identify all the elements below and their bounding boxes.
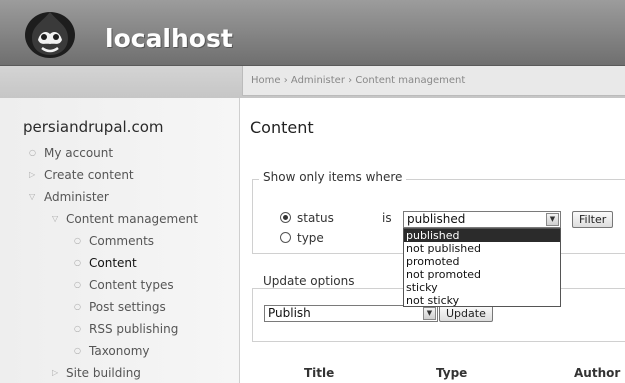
collapsed-arrow-icon: ▷ [29, 170, 36, 179]
sidebar-item-administer[interactable]: ▽ Administer [0, 186, 240, 208]
leaf-bullet-icon: ○ [74, 280, 81, 289]
dropdown-option[interactable]: not promoted [404, 268, 560, 281]
sidebar-item-content-types[interactable]: ○ Content types [0, 274, 240, 296]
update-select-value: Publish [268, 306, 311, 320]
dropdown-option[interactable]: published [404, 229, 560, 242]
status-radio-label: status [297, 211, 334, 225]
sidebar-item-label: Post settings [89, 300, 166, 314]
dropdown-option[interactable]: not sticky [404, 294, 560, 307]
site-name[interactable]: localhost [105, 24, 233, 53]
collapsed-arrow-icon: ▷ [52, 368, 59, 377]
update-action-select[interactable]: Publish ▼ [264, 305, 438, 322]
main-content: Content Show only items where status typ… [242, 98, 625, 383]
radio-unchecked-icon[interactable] [280, 232, 291, 243]
sidebar-item-create-content[interactable]: ▷ Create content [0, 164, 240, 186]
status-select[interactable]: published ▼ [403, 211, 561, 228]
column-header-author[interactable]: Author [574, 366, 620, 380]
dropdown-option[interactable]: sticky [404, 281, 560, 294]
leaf-bullet-icon: ○ [74, 302, 81, 311]
sidebar-item-site-building[interactable]: ▷ Site building [0, 362, 240, 383]
type-radio-label: type [297, 231, 324, 245]
chevron-down-icon[interactable]: ▼ [546, 213, 559, 226]
sidebar-item-label: Content [89, 256, 137, 270]
column-header-title[interactable]: Title [304, 366, 334, 380]
leaf-bullet-icon: ○ [74, 236, 81, 245]
type-radio[interactable]: type [280, 230, 324, 246]
filter-button[interactable]: Filter [572, 211, 614, 228]
site-header: localhost [0, 0, 625, 66]
status-dropdown-list: published not published promoted not pro… [403, 228, 561, 307]
sidebar: persiandrupal.com ○ My account ▷ Create … [0, 98, 240, 383]
leaf-bullet-icon: ○ [74, 346, 81, 355]
drupal-drop-logo-icon[interactable] [22, 8, 78, 60]
leaf-bullet-icon: ○ [29, 148, 36, 157]
breadcrumb-content-management[interactable]: Content management [355, 75, 465, 86]
expanded-arrow-icon: ▽ [29, 192, 36, 201]
is-label: is [382, 211, 392, 225]
breadcrumb: Home › Administer › Content management [242, 66, 625, 96]
breadcrumb-home[interactable]: Home [251, 75, 281, 86]
breadcrumb-separator: › [283, 75, 288, 86]
sidebar-item-label: RSS publishing [89, 322, 179, 336]
status-radio[interactable]: status [280, 210, 334, 226]
dropdown-option[interactable]: not published [404, 242, 560, 255]
sidebar-item-label: Site building [66, 366, 141, 380]
status-select-value: published [407, 212, 466, 226]
sidebar-item-label: Create content [44, 168, 134, 182]
radio-checked-icon[interactable] [280, 212, 291, 223]
expanded-arrow-icon: ▽ [52, 214, 59, 223]
update-button[interactable]: Update [439, 305, 493, 322]
update-legend: Update options [259, 274, 359, 288]
sidebar-item-taxonomy[interactable]: ○ Taxonomy [0, 340, 240, 362]
sidebar-item-comments[interactable]: ○ Comments [0, 230, 240, 252]
sidebar-item-my-account[interactable]: ○ My account [0, 142, 240, 164]
sidebar-item-label: My account [44, 146, 114, 160]
sidebar-title: persiandrupal.com [23, 118, 164, 136]
sidebar-item-label: Content types [89, 278, 174, 292]
breadcrumb-administer[interactable]: Administer [291, 75, 345, 86]
breadcrumb-separator: › [348, 75, 353, 86]
sidebar-item-label: Taxonomy [89, 344, 150, 358]
sidebar-nav: ○ My account ▷ Create content ▽ Administ… [0, 142, 240, 383]
sidebar-item-label: Comments [89, 234, 155, 248]
chevron-down-icon[interactable]: ▼ [423, 307, 436, 320]
leaf-bullet-icon: ○ [74, 324, 81, 333]
sidebar-item-label: Content management [66, 212, 198, 226]
filter-legend: Show only items where [259, 170, 407, 184]
sidebar-item-label: Administer [44, 190, 109, 204]
sidebar-item-post-settings[interactable]: ○ Post settings [0, 296, 240, 318]
column-header-type[interactable]: Type [436, 366, 467, 380]
sidebar-item-content-management[interactable]: ▽ Content management [0, 208, 240, 230]
sidebar-item-rss-publishing[interactable]: ○ RSS publishing [0, 318, 240, 340]
page-title: Content [250, 118, 314, 137]
sidebar-item-content[interactable]: ○ Content [0, 252, 240, 274]
leaf-bullet-icon: ○ [74, 258, 81, 267]
dropdown-option[interactable]: promoted [404, 255, 560, 268]
